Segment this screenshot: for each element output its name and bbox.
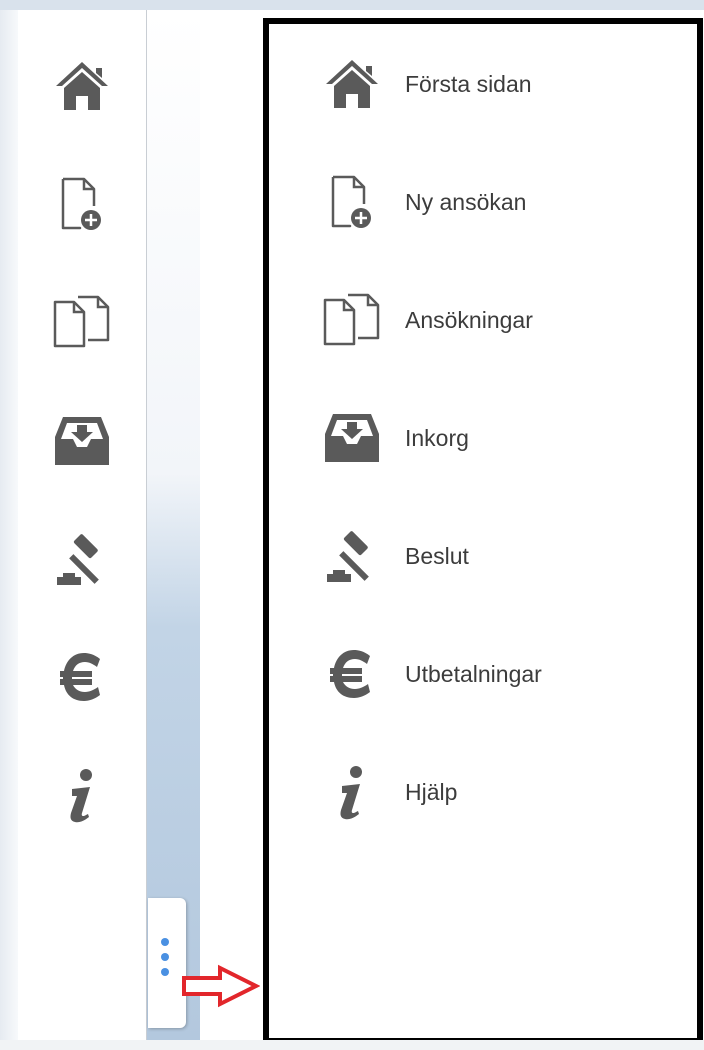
menu-item-hjalp[interactable]: Hjälp [269, 752, 697, 832]
menu-item-label: Inkorg [405, 425, 469, 451]
home-icon [317, 44, 387, 124]
menu-item-label: Beslut [405, 543, 469, 569]
euro-icon [317, 634, 387, 714]
grip-dot-icon [161, 938, 169, 946]
info-icon[interactable] [18, 760, 146, 830]
content-background [147, 10, 200, 1040]
documents-icon [317, 280, 387, 360]
expanded-menu: Första sidan Ny ansökan Ansökningar Inko… [263, 18, 703, 1044]
menu-item-inkorg[interactable]: Inkorg [269, 398, 697, 478]
menu-item-label: Ny ansökan [405, 189, 527, 215]
expand-sidebar-handle[interactable] [148, 898, 186, 1028]
window-edge [0, 10, 18, 1050]
annotation-arrow-icon [182, 964, 260, 1008]
menu-item-ny-ansokan[interactable]: Ny ansökan [269, 162, 697, 242]
collapsed-sidebar [18, 10, 147, 1040]
menu-item-beslut[interactable]: Beslut [269, 516, 697, 596]
home-icon[interactable] [18, 51, 146, 121]
gavel-icon[interactable] [18, 524, 146, 594]
info-icon [317, 752, 387, 832]
bottom-strip [0, 1040, 704, 1050]
menu-item-label: Första sidan [405, 71, 532, 97]
menu-item-label: Ansökningar [405, 307, 533, 333]
new-document-icon[interactable] [18, 169, 146, 239]
grip-dot-icon [161, 968, 169, 976]
gavel-icon [317, 516, 387, 596]
new-document-icon [317, 162, 387, 242]
grip-dot-icon [161, 953, 169, 961]
menu-item-label: Utbetalningar [405, 661, 542, 687]
euro-icon[interactable] [18, 642, 146, 712]
top-strip [0, 0, 704, 10]
inbox-icon[interactable] [18, 406, 146, 476]
menu-item-forsta-sidan[interactable]: Första sidan [269, 44, 697, 124]
inbox-icon [317, 398, 387, 478]
menu-item-utbetalningar[interactable]: Utbetalningar [269, 634, 697, 714]
documents-icon[interactable] [18, 287, 146, 357]
menu-item-label: Hjälp [405, 779, 458, 805]
menu-item-ansokningar[interactable]: Ansökningar [269, 280, 697, 360]
